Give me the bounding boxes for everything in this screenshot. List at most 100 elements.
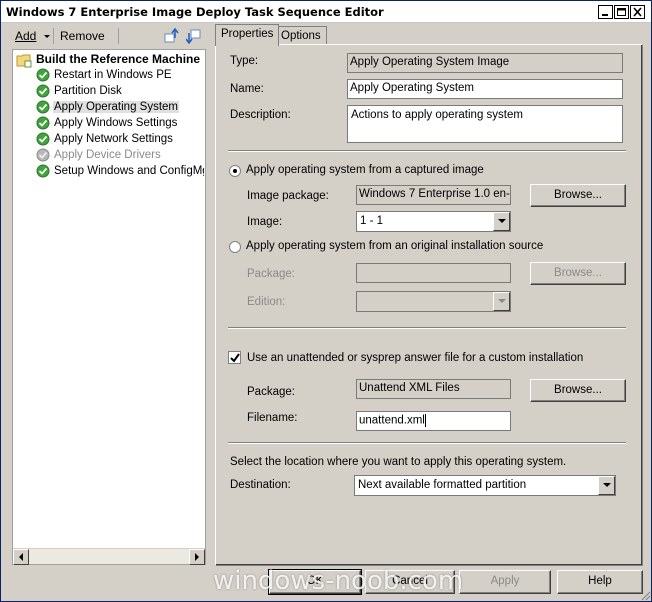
tree-item[interactable]: Apply Network Settings [36,131,174,147]
task-sequence-tree[interactable]: Build the Reference Machine Restart in W… [12,49,206,565]
remove-button[interactable]: Remove [60,29,105,43]
checkmark-icon [36,84,50,98]
type-field: Apply Operating System Image [347,53,623,73]
add-menu-label: Add [15,29,37,43]
task-sequence-editor-window: Windows 7 Enterprise Image Deploy Task S… [0,0,652,602]
unattend-checkbox-label: Use an unattended or sysprep answer file… [247,352,584,364]
move-up-button[interactable] [163,27,179,47]
add-menu[interactable]: Add [15,29,52,43]
destination-dropdown-value: Next available formatted partition [358,479,527,491]
dropdown-arrow-button[interactable] [493,292,510,311]
filename-label: Filename: [247,412,298,424]
remove-label: Remove [60,29,105,43]
disabled-step-icon [36,148,50,162]
separator [228,442,626,444]
close-icon [633,7,642,17]
type-label: Type: [230,55,259,67]
image-dropdown[interactable]: 1 - 1 [356,211,511,232]
edition-label-disabled: Edition: [247,296,286,308]
location-instruction: Select the location where you want to ap… [230,456,567,468]
tree-item[interactable]: Partition Disk [36,83,123,99]
checkmark-icon [36,68,50,82]
image-package-label: Image package: [247,190,329,202]
captured-image-radio[interactable] [229,165,241,177]
tree-item-label: Apply Device Drivers [54,149,161,161]
window-title: Windows 7 Enterprise Image Deploy Task S… [6,5,384,19]
minimize-button[interactable] [598,5,613,19]
original-source-radio-label: Apply operating system from an original … [246,240,544,252]
resize-grip-icon [641,591,651,601]
minimize-icon [602,14,608,16]
name-label: Name: [230,83,264,95]
move-down-button[interactable] [185,28,202,47]
maximize-button[interactable] [614,5,629,19]
arrow-right-icon [195,553,199,561]
package-browse-button-disabled[interactable]: Browse... [530,262,626,285]
tree-item[interactable]: Restart in Windows PE [36,67,173,83]
tree-root-label: Build the Reference Machine [36,52,201,66]
captured-image-radio-label: Apply operating system from a captured i… [246,164,484,176]
folder-icon [16,54,32,68]
tree-item-label: Partition Disk [54,85,122,97]
filename-input[interactable]: unattend.xml [356,411,511,431]
title-bar: Windows 7 Enterprise Image Deploy Task S… [1,1,651,23]
destination-label: Destination: [230,479,291,491]
separator [228,327,626,329]
checkmark-icon [36,164,50,178]
tree-item-label: Restart in Windows PE [54,69,172,81]
destination-dropdown[interactable]: Next available formatted partition [354,475,616,496]
description-label: Description: [230,109,291,121]
unattend-checkbox[interactable] [228,351,241,364]
image-dropdown-value: 1 - 1 [360,215,384,227]
image-package-browse-button[interactable]: Browse... [530,184,626,207]
tab-options[interactable]: Options [275,26,327,44]
move-up-icon [164,27,179,43]
separator [228,150,626,152]
package-field-disabled [356,263,511,283]
checkmark-icon [36,132,50,146]
original-source-radio[interactable] [229,241,241,253]
tree-item-label: Apply Windows Settings [54,117,178,129]
tree-root[interactable]: Build the Reference Machine [16,51,201,68]
help-button[interactable]: Help [557,570,643,594]
scroll-left-button[interactable] [13,549,29,565]
tree-item-label: Setup Windows and ConfigMgr [54,165,204,177]
tab-label: Options [281,30,321,42]
tab-properties[interactable]: Properties [215,24,280,46]
filename-value: unattend.xml [359,414,425,427]
image-package-field: Windows 7 Enterprise 1.0 en-U [356,185,511,205]
scroll-right-button[interactable] [189,549,205,565]
tree-item-label: Apply Operating System [53,101,180,113]
move-down-icon [185,29,201,45]
unattend-package-label: Package: [247,386,295,398]
tree-item-disabled[interactable]: Apply Device Drivers [36,147,162,163]
tree-item[interactable]: Setup Windows and ConfigMgr [36,163,204,179]
task-toolbar: Add Remove [8,25,206,47]
description-textarea[interactable]: Actions to apply operating system [347,105,623,143]
maximize-icon [617,8,626,16]
arrow-left-icon [19,553,23,561]
dropdown-arrow-button[interactable] [493,212,510,231]
edition-dropdown-disabled[interactable] [356,291,511,312]
checkmark-icon [36,100,50,114]
text-cursor [424,414,426,427]
close-button[interactable] [630,5,645,19]
tree-item-selected[interactable]: Apply Operating System [36,99,180,115]
chevron-down-icon [498,219,506,223]
image-label: Image: [247,216,283,228]
chevron-down-icon [498,299,506,303]
dropdown-arrow-button[interactable] [598,476,615,495]
apply-button[interactable]: Apply [459,570,551,594]
chevron-down-icon [43,34,50,38]
unattend-package-field: Unattend XML Files [356,379,511,399]
horizontal-scrollbar[interactable] [13,548,205,565]
package-label-disabled: Package: [247,268,295,280]
unattend-browse-button[interactable]: Browse... [530,379,626,402]
watermark-text: windows-noob.com [213,566,464,596]
tab-label: Properties [221,28,274,40]
toolbar-divider [118,28,119,44]
tree-item[interactable]: Apply Windows Settings [36,115,178,131]
name-input[interactable]: Apply Operating System [347,79,623,99]
toolbar-divider [53,28,54,44]
checkmark-icon [36,116,50,130]
